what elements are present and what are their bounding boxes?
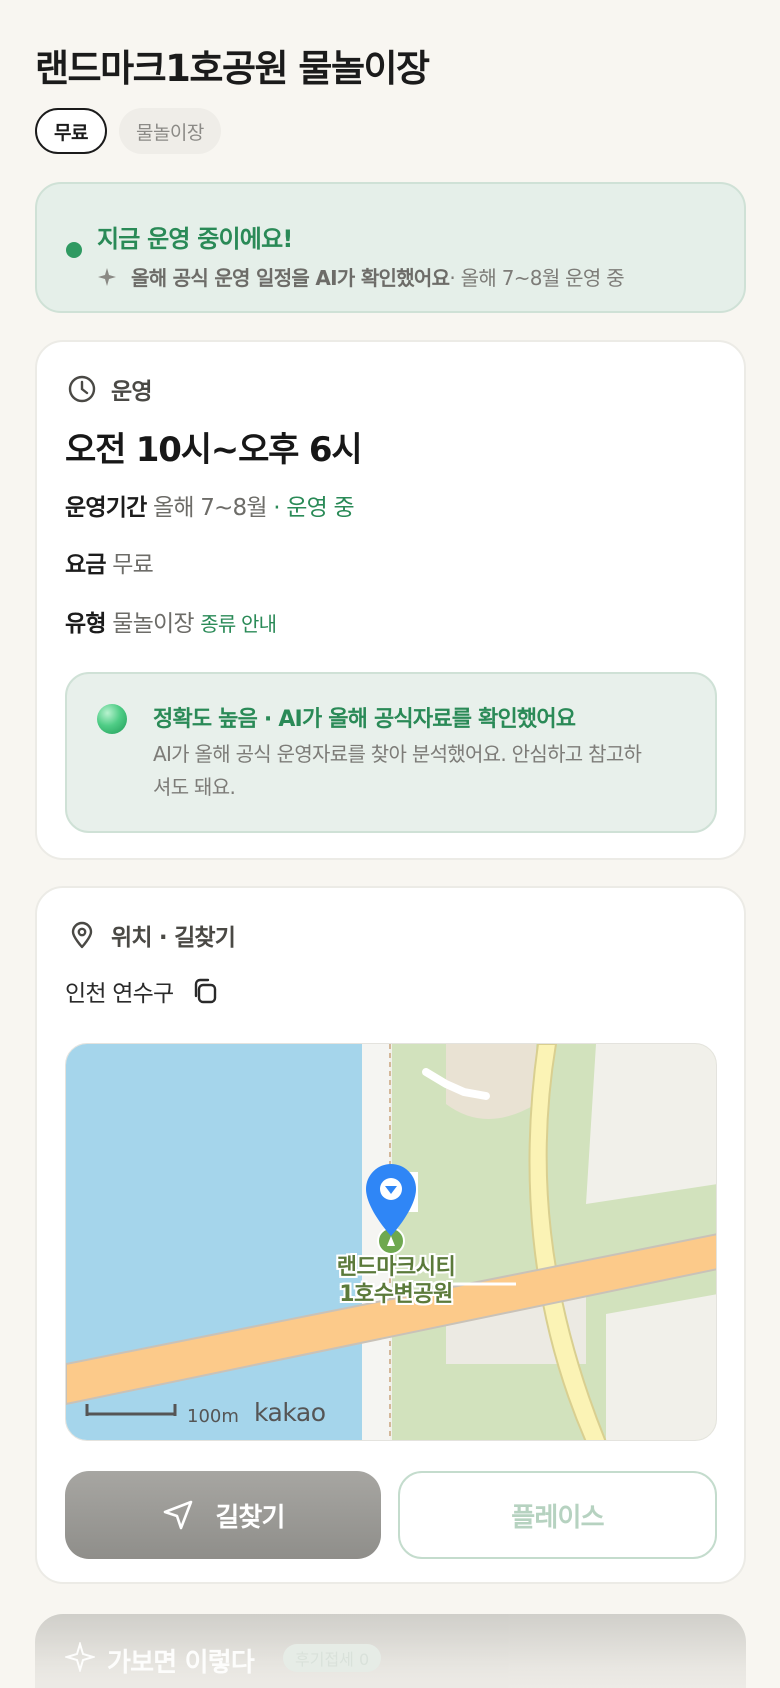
map-scale-text: 100m (187, 1406, 239, 1427)
operation-header: 운영 (67, 372, 153, 406)
period-value: 올해 7~8월 (152, 495, 268, 521)
map-canvas[interactable] (66, 1044, 717, 1441)
fee-row: 요금 무료 (65, 545, 154, 579)
map-place-label: 랜드마크시티 1호수변공원 (296, 1254, 496, 1308)
tag-category: 물놀이장 (118, 108, 221, 154)
period-key: 운영기간 (65, 495, 147, 521)
sparkle-icon (65, 1642, 95, 1672)
next-section-card[interactable]: 가보면 이렇다 후기접세 0 (35, 1614, 746, 1688)
status-sub-rest: · 올해 7~8월 운영 중 (449, 266, 624, 290)
place-button-label: 플레이스 (511, 1502, 604, 1533)
next-section-title: 가보면 이렇다 (107, 1648, 255, 1678)
sparkle-icon (98, 267, 116, 286)
accuracy-orb-icon (97, 704, 127, 734)
fee-key: 요금 (65, 552, 107, 578)
accuracy-title: 정확도 높음 · AI가 올해 공식자료를 확인했어요 (153, 707, 576, 732)
type-key: 유형 (65, 611, 107, 637)
status-subtitle: 올해 공식 운영 일정을 AI가 확인했어요 · 올해 7~8월 운영 중 (97, 262, 625, 291)
map-view[interactable]: 랜드마크시티 1호수변공원 100m kakao (65, 1043, 717, 1441)
route-button[interactable]: 길찾기 (65, 1471, 381, 1559)
copy-icon[interactable] (191, 977, 219, 1005)
page-title: 랜드마크1호공원 물놀이장 (35, 47, 430, 90)
type-row: 유형 물놀이장 종류 안내 (65, 604, 277, 638)
accuracy-desc: AI가 올해 공식 운영자료를 찾아 분석했어요. 안심하고 참고하셔도 돼요. (153, 742, 642, 799)
type-info-link[interactable]: 종류 안내 (200, 612, 277, 636)
navigation-arrow-icon (164, 1500, 193, 1530)
period-status: · 운영 중 (266, 495, 354, 521)
location-label: 위치 · 길찾기 (111, 925, 236, 951)
status-dot (66, 242, 82, 258)
map-place-label-line1: 랜드마크시티 (336, 1255, 456, 1280)
fee-value: 무료 (112, 552, 154, 578)
place-button[interactable]: 플레이스 (398, 1471, 717, 1559)
accuracy-box: 정확도 높음 · AI가 올해 공식자료를 확인했어요 AI가 올해 공식 운영… (65, 672, 717, 833)
operating-hours: 오전 10시~오후 6시 (65, 430, 363, 470)
tag-row: 무료 물놀이장 (35, 108, 221, 154)
status-title: 지금 운영 중이에요! (97, 225, 293, 253)
clock-icon (68, 375, 96, 403)
next-section-badge: 후기접세 0 (283, 1644, 382, 1672)
address-row: 인천 연수구 (65, 974, 219, 1008)
status-card: 지금 운영 중이에요! 올해 공식 운영 일정을 AI가 확인했어요 · 올해 … (35, 182, 746, 313)
status-sub-strong: 올해 공식 운영 일정을 AI가 확인했어요 (131, 266, 450, 290)
map-place-label-line2: 1호수변공원 (339, 1282, 453, 1307)
type-value: 물놀이장 (112, 611, 194, 637)
operation-label: 운영 (111, 379, 153, 405)
tag-free: 무료 (35, 108, 107, 154)
operation-card: 운영 오전 10시~오후 6시 운영기간 올해 7~8월 · 운영 중 요금 무… (35, 340, 746, 860)
route-button-label: 길찾기 (215, 1502, 285, 1533)
location-card: 위치 · 길찾기 인천 연수구 랜드마크시티 1호수변공원 100m kakao… (35, 886, 746, 1584)
location-header: 위치 · 길찾기 (67, 918, 236, 952)
period-row: 운영기간 올해 7~8월 · 운영 중 (65, 488, 355, 522)
location-pin-icon (71, 921, 93, 949)
map-provider-logo: kakao (254, 1398, 326, 1427)
address-text: 인천 연수구 (65, 981, 174, 1007)
